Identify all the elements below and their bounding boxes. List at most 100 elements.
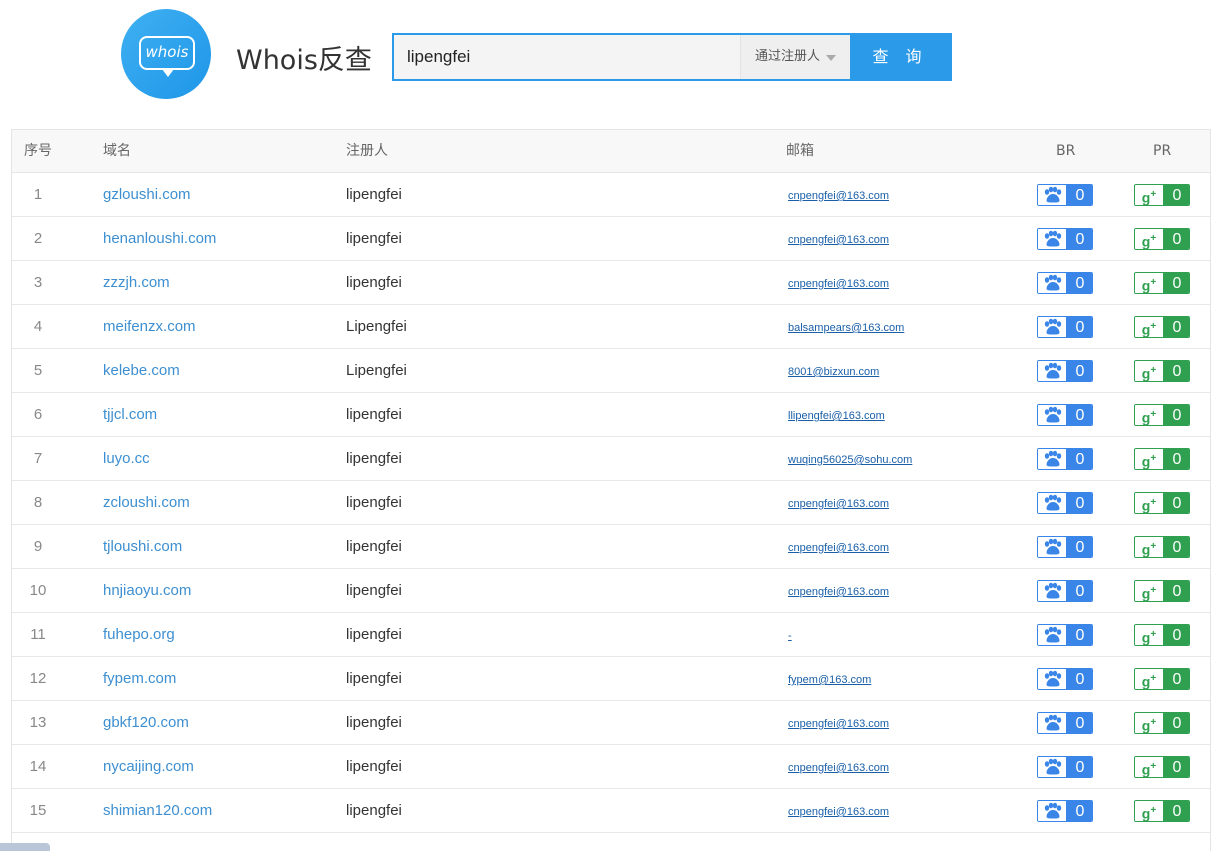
registrant-link[interactable]: lipengfei: [346, 657, 402, 700]
pr-badge[interactable]: g+ 0: [1134, 316, 1190, 338]
br-badge[interactable]: 0: [1037, 712, 1093, 734]
br-badge[interactable]: 0: [1037, 580, 1093, 602]
paw-icon: [1038, 229, 1066, 249]
search-button[interactable]: 查 询: [850, 35, 950, 79]
email-link[interactable]: 8001@bizxun.com: [788, 351, 879, 394]
row-index: 9: [33, 538, 43, 555]
domain-link[interactable]: meifenzx.com: [103, 305, 196, 348]
domain-link[interactable]: tjjcl.com: [103, 393, 157, 436]
pr-badge[interactable]: g+ 0: [1134, 272, 1190, 294]
row-index: 11: [30, 626, 46, 643]
registrant-link[interactable]: lipengfei: [346, 261, 402, 304]
br-badge[interactable]: 0: [1037, 272, 1093, 294]
br-badge[interactable]: 0: [1037, 316, 1093, 338]
header-domain: 域名: [103, 143, 131, 159]
google-plus-icon: g+: [1135, 669, 1163, 689]
pr-badge[interactable]: g+ 0: [1134, 492, 1190, 514]
email-link[interactable]: -: [788, 615, 792, 658]
email-link[interactable]: cnpengfei@163.com: [788, 175, 889, 218]
pr-value: 0: [1163, 361, 1189, 381]
email-link[interactable]: llipengfei@163.com: [788, 395, 885, 438]
pr-badge[interactable]: g+ 0: [1134, 228, 1190, 250]
email-link[interactable]: cnpengfei@163.com: [788, 703, 889, 746]
registrant-link[interactable]: Lipengfei: [346, 349, 407, 392]
registrant-link[interactable]: lipengfei: [346, 393, 402, 436]
pr-value: 0: [1163, 801, 1189, 821]
br-badge[interactable]: 0: [1037, 536, 1093, 558]
domain-link[interactable]: fuhepo.org: [103, 613, 175, 656]
pr-badge[interactable]: g+ 0: [1134, 404, 1190, 426]
br-value: 0: [1066, 317, 1092, 337]
registrant-link[interactable]: lipengfei: [346, 437, 402, 480]
br-badge[interactable]: 0: [1037, 360, 1093, 382]
pr-badge[interactable]: g+ 0: [1134, 580, 1190, 602]
search-type-select[interactable]: 通过注册人: [740, 35, 850, 79]
br-badge[interactable]: 0: [1037, 668, 1093, 690]
registrant-link[interactable]: lipengfei: [346, 613, 402, 656]
email-link[interactable]: cnpengfei@163.com: [788, 571, 889, 614]
email-link[interactable]: balsampears@163.com: [788, 307, 904, 350]
paw-icon: [1038, 317, 1066, 337]
google-plus-icon: g+: [1135, 229, 1163, 249]
registrant-link[interactable]: lipengfei: [346, 525, 402, 568]
registrant-link[interactable]: lipengfei: [346, 745, 402, 788]
registrant-link[interactable]: lipengfei: [346, 569, 402, 612]
pr-badge[interactable]: g+ 0: [1134, 184, 1190, 206]
registrant-link[interactable]: lipengfei: [346, 701, 402, 744]
email-link[interactable]: wuqing56025@sohu.com: [788, 439, 912, 482]
pr-badge[interactable]: g+ 0: [1134, 448, 1190, 470]
domain-link[interactable]: tjloushi.com: [103, 525, 182, 568]
domain-link[interactable]: gzloushi.com: [103, 173, 191, 216]
pr-badge[interactable]: g+ 0: [1134, 360, 1190, 382]
pr-value: 0: [1163, 625, 1189, 645]
pr-badge[interactable]: g+ 0: [1134, 756, 1190, 778]
pr-badge[interactable]: g+ 0: [1134, 536, 1190, 558]
domain-link[interactable]: hnjiaoyu.com: [103, 569, 191, 612]
email-link[interactable]: cnpengfei@163.com: [788, 527, 889, 570]
registrant-link[interactable]: lipengfei: [346, 173, 402, 216]
br-value: 0: [1066, 361, 1092, 381]
row-index: 13: [29, 714, 47, 731]
registrant-link[interactable]: Lipengfei: [346, 305, 407, 348]
search-type-label: 通过注册人: [755, 49, 821, 64]
br-badge[interactable]: 0: [1037, 228, 1093, 250]
domain-link[interactable]: shimian120.com: [103, 789, 212, 832]
domain-link[interactable]: henanloushi.com: [103, 217, 216, 260]
email-link[interactable]: cnpengfei@163.com: [788, 791, 889, 834]
pr-badge[interactable]: g+ 0: [1134, 668, 1190, 690]
pr-badge[interactable]: g+ 0: [1134, 712, 1190, 734]
email-link[interactable]: cnpengfei@163.com: [788, 219, 889, 262]
registrant-link[interactable]: lipengfei: [346, 481, 402, 524]
row-index: 5: [33, 362, 43, 379]
table-body: 1 gzloushi.com lipengfei cnpengfei@163.com 0…: [12, 173, 1210, 833]
email-link[interactable]: cnpengfei@163.com: [788, 483, 889, 526]
table-row: 6 tjjcl.com lipengfei llipengfei@163.com 0 g+…: [12, 393, 1210, 437]
domain-link[interactable]: luyo.cc: [103, 437, 150, 480]
pr-value: 0: [1163, 757, 1189, 777]
domain-link[interactable]: gbkf120.com: [103, 701, 189, 744]
pr-badge[interactable]: g+ 0: [1134, 800, 1190, 822]
chat-bubble-icon: whois: [139, 36, 195, 70]
table-row: 11 fuhepo.org lipengfei -0 g+ 0: [12, 613, 1210, 657]
email-link[interactable]: fypem@163.com: [788, 659, 871, 702]
whois-logo[interactable]: whois: [121, 9, 211, 99]
br-badge[interactable]: 0: [1037, 184, 1093, 206]
pr-badge[interactable]: g+ 0: [1134, 624, 1190, 646]
domain-link[interactable]: nycaijing.com: [103, 745, 194, 788]
br-badge[interactable]: 0: [1037, 624, 1093, 646]
domain-link[interactable]: zzzjh.com: [103, 261, 170, 304]
header-pr: PR: [1153, 143, 1172, 159]
br-badge[interactable]: 0: [1037, 448, 1093, 470]
br-badge[interactable]: 0: [1037, 756, 1093, 778]
br-badge[interactable]: 0: [1037, 492, 1093, 514]
br-badge[interactable]: 0: [1037, 404, 1093, 426]
domain-link[interactable]: kelebe.com: [103, 349, 180, 392]
email-link[interactable]: cnpengfei@163.com: [788, 747, 889, 790]
registrant-link[interactable]: lipengfei: [346, 789, 402, 832]
registrant-link[interactable]: lipengfei: [346, 217, 402, 260]
search-input[interactable]: [394, 35, 740, 79]
email-link[interactable]: cnpengfei@163.com: [788, 263, 889, 306]
domain-link[interactable]: zcloushi.com: [103, 481, 190, 524]
domain-link[interactable]: fypem.com: [103, 657, 176, 700]
br-badge[interactable]: 0: [1037, 800, 1093, 822]
